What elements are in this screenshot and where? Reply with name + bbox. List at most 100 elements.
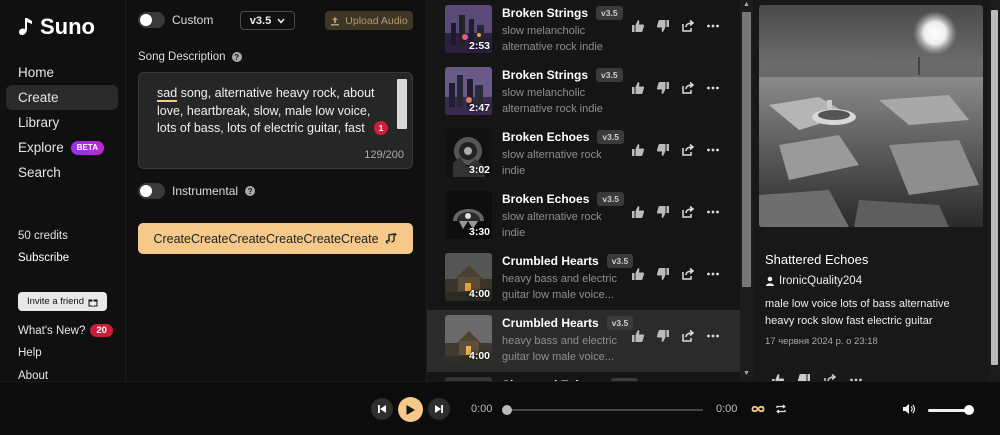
song-detail-panel: Shattered Echoes IronicQuality204 male l…: [753, 0, 989, 386]
cover-art-image: [759, 5, 983, 227]
share-icon[interactable]: [681, 143, 695, 157]
nav-item-library[interactable]: Library: [6, 110, 118, 135]
seek-handle[interactable]: [502, 405, 512, 415]
song-title[interactable]: Broken Echoes: [502, 192, 589, 206]
detail-song-title: Shattered Echoes: [765, 252, 869, 267]
volume-slider[interactable]: [928, 409, 968, 412]
thumbs-down-icon[interactable]: [656, 81, 670, 95]
create-button[interactable]: CreateCreateCreateCreateCreateCreate: [138, 223, 413, 254]
share-icon[interactable]: [681, 329, 695, 343]
song-actions: [631, 267, 720, 281]
player-bar: 0:00 0:00: [0, 381, 1000, 435]
song-list-scrollbar[interactable]: ▲ ▼: [740, 0, 753, 381]
song-duration: 3:30: [468, 226, 490, 238]
song-title[interactable]: Broken Strings: [502, 68, 588, 82]
thumbs-down-icon[interactable]: [656, 19, 670, 33]
song-thumbnail[interactable]: 4:00: [445, 315, 492, 363]
song-thumbnail[interactable]: 3:02: [445, 129, 492, 177]
detail-user-link[interactable]: IronicQuality204: [765, 275, 862, 287]
version-select[interactable]: v3.5: [240, 11, 295, 30]
volume-icon[interactable]: [902, 403, 916, 415]
detail-scrollbar[interactable]: [989, 0, 1000, 381]
song-row[interactable]: 2:53 Broken Strings v3.5 slow melancholi…: [427, 0, 740, 62]
description-text: sad song, alternative heavy rock, about …: [157, 86, 375, 135]
more-options-icon[interactable]: [706, 143, 720, 157]
thumbs-down-icon[interactable]: [656, 205, 670, 219]
thumbs-down-icon[interactable]: [656, 329, 670, 343]
thumbs-up-icon[interactable]: [631, 205, 645, 219]
scroll-thumb[interactable]: [991, 10, 998, 365]
thumbs-up-icon[interactable]: [631, 81, 645, 95]
thumbs-up-icon[interactable]: [631, 267, 645, 281]
thumbs-down-icon[interactable]: [656, 267, 670, 281]
previous-button[interactable]: [371, 398, 393, 420]
total-time: 0:00: [716, 403, 738, 415]
detail-username: IronicQuality204: [779, 275, 863, 287]
song-description: heavy bass and electric guitar low male …: [502, 335, 617, 363]
user-icon: [766, 276, 774, 286]
version-badge: v3.5: [597, 130, 624, 144]
thumbs-up-icon[interactable]: [631, 143, 645, 157]
thumbs-up-icon[interactable]: [631, 19, 645, 33]
nav-item-explore[interactable]: Explore BETA: [6, 135, 118, 160]
repeat-icon[interactable]: [775, 403, 787, 415]
infinity-loop-icon[interactable]: [751, 403, 765, 415]
credits-text: 50 credits: [18, 230, 68, 242]
scroll-down-icon[interactable]: ▼: [743, 370, 750, 377]
share-icon[interactable]: [681, 267, 695, 281]
subscribe-link[interactable]: Subscribe: [18, 252, 69, 264]
nav-item-create[interactable]: Create: [6, 85, 118, 110]
help-link[interactable]: Help: [18, 347, 42, 359]
share-icon[interactable]: [681, 19, 695, 33]
textarea-scrollbar[interactable]: [397, 79, 407, 129]
song-title[interactable]: Broken Echoes: [502, 130, 589, 144]
song-thumbnail[interactable]: 4:00: [445, 253, 492, 301]
thumbs-up-icon[interactable]: [631, 329, 645, 343]
help-icon[interactable]: ?: [245, 186, 256, 196]
thumbs-down-icon[interactable]: [656, 143, 670, 157]
version-badge: v3.5: [596, 68, 623, 82]
nav-item-search[interactable]: Search: [6, 160, 118, 185]
song-row[interactable]: Shattered Echoes v3.5: [427, 372, 740, 381]
spellcheck-word: sad: [157, 86, 178, 102]
more-options-icon[interactable]: [706, 19, 720, 33]
song-thumbnail[interactable]: 2:53: [445, 5, 492, 53]
song-actions: [631, 143, 720, 157]
next-button[interactable]: [428, 398, 450, 420]
song-thumbnail[interactable]: 2:47: [445, 67, 492, 115]
seek-bar[interactable]: [506, 409, 703, 411]
volume-handle[interactable]: [964, 405, 974, 415]
more-options-icon[interactable]: [706, 205, 720, 219]
scroll-up-icon[interactable]: ▲: [743, 1, 750, 8]
logo[interactable]: Suno: [18, 14, 95, 40]
song-row[interactable]: 2:47 Broken Strings v3.5 slow melancholi…: [427, 62, 740, 124]
nav-item-home[interactable]: Home: [6, 60, 118, 85]
song-description-input[interactable]: sad song, alternative heavy rock, about …: [138, 72, 413, 169]
invite-friend-button[interactable]: Invite a friend: [18, 292, 107, 311]
share-icon[interactable]: [681, 81, 695, 95]
song-title[interactable]: Crumbled Hearts: [502, 254, 599, 268]
more-options-icon[interactable]: [706, 81, 720, 95]
play-button[interactable]: [398, 397, 423, 422]
share-icon[interactable]: [681, 205, 695, 219]
song-duration: 4:00: [468, 288, 490, 300]
song-title[interactable]: Crumbled Hearts: [502, 316, 599, 330]
song-row[interactable]: 4:00 Crumbled Hearts v3.5 heavy bass and…: [427, 248, 740, 310]
song-title[interactable]: Broken Strings: [502, 6, 588, 20]
help-icon[interactable]: ?: [231, 52, 242, 62]
instrumental-toggle[interactable]: [138, 183, 165, 199]
song-thumbnail[interactable]: 3:30: [445, 191, 492, 239]
more-options-icon[interactable]: [706, 267, 720, 281]
custom-toggle[interactable]: [138, 12, 165, 28]
song-title-row: Crumbled Hearts v3.5: [502, 316, 634, 330]
song-duration: 3:02: [468, 164, 490, 176]
nav-label: Create: [18, 90, 59, 105]
upload-audio-button[interactable]: Upload Audio: [325, 11, 413, 30]
whats-new-link[interactable]: What's New? 20: [18, 324, 113, 337]
song-row[interactable]: 3:30 Broken Echoes v3.5 slow alternative…: [427, 186, 740, 248]
song-row[interactable]: 3:02 Broken Echoes v3.5 slow alternative…: [427, 124, 740, 186]
scroll-thumb[interactable]: [742, 12, 751, 287]
upload-icon: [331, 16, 340, 25]
song-row[interactable]: 4:00 Crumbled Hearts v3.5 heavy bass and…: [427, 310, 740, 372]
more-options-icon[interactable]: [706, 329, 720, 343]
